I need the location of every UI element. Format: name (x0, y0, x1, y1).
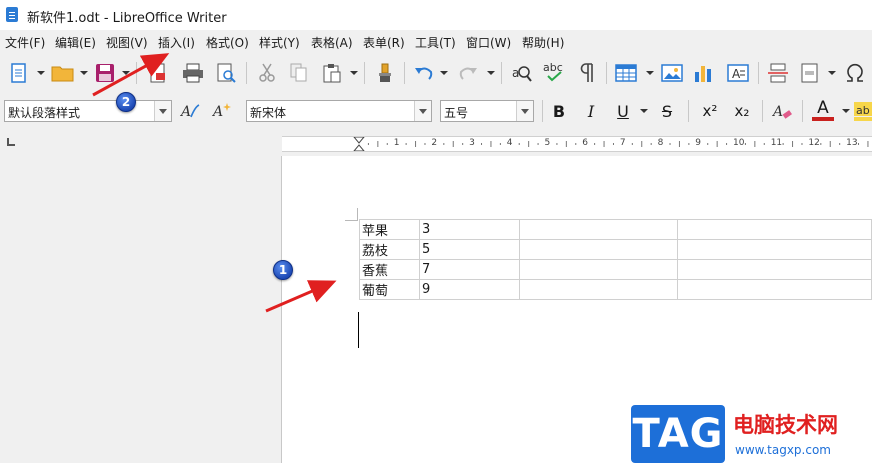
watermark-url: www.tagxp.com (735, 443, 831, 457)
annotation-arrow-2 (92, 53, 170, 97)
annotation-arrow-1 (265, 280, 337, 313)
annotation-badge-1: 1 (273, 260, 293, 280)
annotation-badge-2: 2 (116, 92, 136, 112)
watermark-logo: TAG (631, 405, 725, 463)
watermark-site-name: 电脑技术网 (733, 413, 838, 437)
annotation-layer (92, 53, 337, 313)
site-watermark: TAG 电脑技术网 www.tagxp.com (631, 405, 872, 463)
